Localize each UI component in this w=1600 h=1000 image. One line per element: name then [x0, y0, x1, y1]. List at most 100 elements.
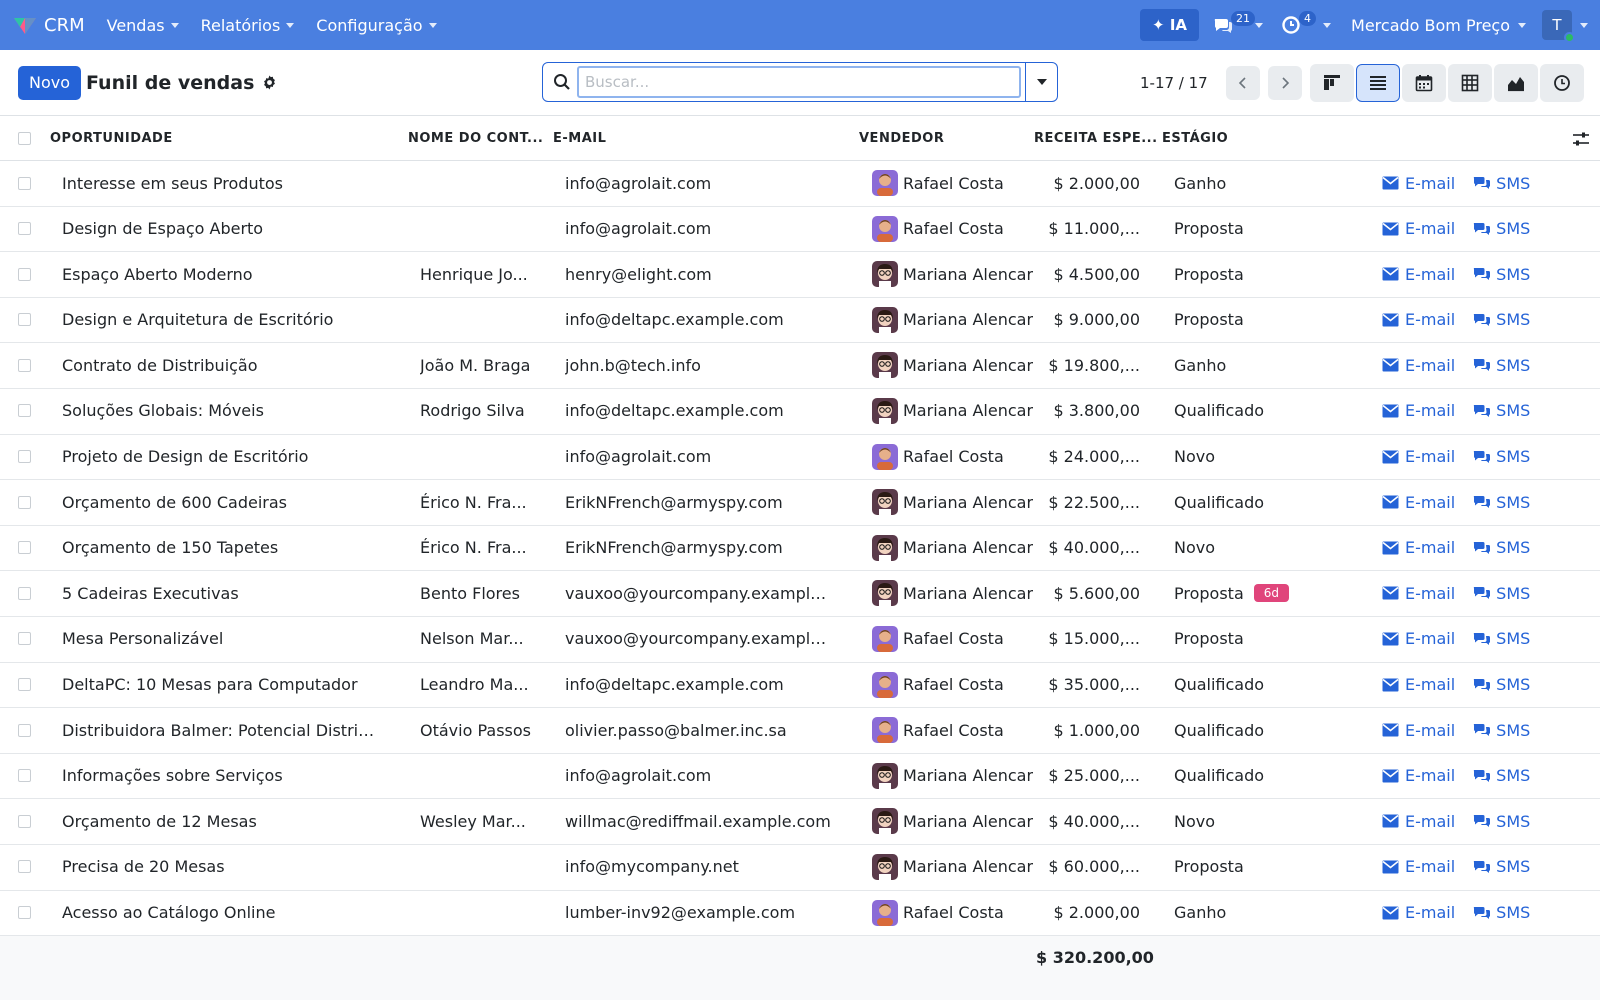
stage-cell[interactable]: Proposta 6d: [1174, 571, 1290, 615]
pager-value[interactable]: 1-17 / 17: [1140, 74, 1208, 92]
opportunity-cell[interactable]: 5 Cadeiras Executivas: [62, 571, 382, 615]
col-header-contact[interactable]: NOME DO CONT...: [408, 116, 543, 161]
stage-cell[interactable]: Novo: [1174, 526, 1215, 570]
col-header-opportunity[interactable]: OPORTUNIDADE: [50, 116, 173, 161]
email-action-button[interactable]: E-mail: [1382, 766, 1455, 785]
email-action-button[interactable]: E-mail: [1382, 310, 1455, 329]
table-row[interactable]: Mesa Personalizável Nelson Mar... vauxoo@y…: [0, 617, 1600, 663]
table-row[interactable]: Acesso ao Catálogo Online lumber-inv92@ex…: [0, 891, 1600, 937]
sms-action-button[interactable]: SMS: [1473, 812, 1530, 831]
opportunity-cell[interactable]: Contrato de Distribuição: [62, 343, 382, 387]
seller-cell[interactable]: Rafael Costa: [872, 708, 1004, 752]
revenue-cell[interactable]: $ 11.000,...: [1030, 207, 1140, 251]
table-row[interactable]: 5 Cadeiras Executivas Bento Flores vauxoo@…: [0, 571, 1600, 617]
revenue-cell[interactable]: $ 40.000,...: [1030, 526, 1140, 570]
seller-cell[interactable]: Rafael Costa: [872, 663, 1004, 707]
col-header-email[interactable]: E-MAIL: [553, 116, 606, 161]
email-cell[interactable]: ErikNFrench@armyspy.com: [565, 526, 835, 570]
menu-vendas[interactable]: Vendas: [107, 16, 179, 35]
row-checkbox[interactable]: [18, 495, 31, 509]
stage-cell[interactable]: Proposta: [1174, 617, 1244, 661]
col-header-seller[interactable]: VENDEDOR: [859, 116, 944, 161]
row-checkbox[interactable]: [18, 632, 31, 646]
opportunity-cell[interactable]: Espaço Aberto Moderno: [62, 252, 382, 296]
gear-icon[interactable]: [262, 75, 277, 90]
sms-action-button[interactable]: SMS: [1473, 857, 1530, 876]
sms-action-button[interactable]: SMS: [1473, 493, 1530, 512]
pager-previous-button[interactable]: [1225, 66, 1260, 100]
stage-cell[interactable]: Qualificado: [1174, 708, 1264, 752]
revenue-cell[interactable]: $ 2.000,00: [1030, 891, 1140, 935]
revenue-cell[interactable]: $ 2.000,00: [1030, 161, 1140, 205]
revenue-cell[interactable]: $ 4.500,00: [1030, 252, 1140, 296]
seller-cell[interactable]: Mariana Alencar: [872, 845, 1033, 889]
row-checkbox[interactable]: [18, 586, 31, 600]
email-action-button[interactable]: E-mail: [1382, 812, 1455, 831]
revenue-cell[interactable]: $ 24.000,...: [1030, 435, 1140, 479]
email-cell[interactable]: john.b@tech.info: [565, 343, 835, 387]
opportunity-cell[interactable]: Design de Espaço Aberto: [62, 207, 382, 251]
revenue-cell[interactable]: $ 3.800,00: [1030, 389, 1140, 433]
sms-action-button[interactable]: SMS: [1473, 766, 1530, 785]
stage-cell[interactable]: Ganho: [1174, 161, 1226, 205]
contact-cell[interactable]: Rodrigo Silva: [420, 389, 548, 433]
table-row[interactable]: Design de Espaço Aberto info@agrolait.com…: [0, 207, 1600, 253]
seller-cell[interactable]: Mariana Alencar: [872, 526, 1033, 570]
stage-cell[interactable]: Qualificado: [1174, 480, 1264, 524]
contact-cell[interactable]: Henrique Jo...: [420, 252, 548, 296]
email-cell[interactable]: ErikNFrench@armyspy.com: [565, 480, 835, 524]
table-row[interactable]: Design e Arquitetura de Escritório info@d…: [0, 298, 1600, 344]
email-action-button[interactable]: E-mail: [1382, 584, 1455, 603]
row-checkbox[interactable]: [18, 906, 31, 919]
opportunity-cell[interactable]: Distribuidora Balmer: Potencial Distrib.…: [62, 708, 382, 752]
seller-cell[interactable]: Mariana Alencar: [872, 252, 1033, 296]
contact-cell[interactable]: [420, 161, 548, 205]
row-checkbox[interactable]: [18, 404, 31, 418]
new-button[interactable]: Novo: [18, 65, 82, 100]
opportunity-cell[interactable]: Acesso ao Catálogo Online: [62, 891, 382, 935]
user-menu[interactable]: T: [1542, 10, 1588, 43]
seller-cell[interactable]: Mariana Alencar: [872, 298, 1033, 342]
stage-cell[interactable]: Proposta: [1174, 252, 1244, 296]
revenue-cell[interactable]: $ 5.600,00: [1030, 571, 1140, 615]
revenue-cell[interactable]: $ 40.000,...: [1030, 799, 1140, 843]
table-row[interactable]: Espaço Aberto Moderno Henrique Jo... henry…: [0, 252, 1600, 298]
row-checkbox[interactable]: [18, 860, 31, 874]
messages-menu[interactable]: 21: [1209, 9, 1267, 41]
opportunity-cell[interactable]: Design e Arquitetura de Escritório: [62, 298, 382, 342]
row-checkbox[interactable]: [18, 723, 31, 737]
email-action-button[interactable]: E-mail: [1382, 629, 1455, 648]
email-action-button[interactable]: E-mail: [1382, 493, 1455, 512]
sms-action-button[interactable]: SMS: [1473, 219, 1530, 238]
kanban-view-button[interactable]: [1310, 64, 1354, 102]
stage-cell[interactable]: Novo: [1174, 799, 1215, 843]
email-action-button[interactable]: E-mail: [1382, 356, 1455, 375]
col-header-revenue[interactable]: RECEITA ESPE...: [1034, 116, 1158, 161]
opportunity-cell[interactable]: Interesse em seus Produtos: [62, 161, 382, 205]
table-row[interactable]: DeltaPC: 10 Mesas para Computador Leandro…: [0, 663, 1600, 709]
table-row[interactable]: Distribuidora Balmer: Potencial Distrib.…: [0, 708, 1600, 754]
table-row[interactable]: Contrato de Distribuição João M. Braga joh…: [0, 343, 1600, 389]
contact-cell[interactable]: [420, 845, 548, 889]
seller-cell[interactable]: Rafael Costa: [872, 435, 1004, 479]
contact-cell[interactable]: Nelson Mar...: [420, 617, 548, 661]
seller-cell[interactable]: Rafael Costa: [872, 161, 1004, 205]
sms-action-button[interactable]: SMS: [1473, 903, 1530, 922]
email-cell[interactable]: henry@elight.com: [565, 252, 835, 296]
sms-action-button[interactable]: SMS: [1473, 629, 1530, 648]
revenue-cell[interactable]: $ 25.000,...: [1030, 754, 1140, 798]
revenue-cell[interactable]: $ 15.000,...: [1030, 617, 1140, 661]
contact-cell[interactable]: Érico N. Fra...: [420, 480, 548, 524]
sms-action-button[interactable]: SMS: [1473, 538, 1530, 557]
email-cell[interactable]: willmac@rediffmail.example.com: [565, 799, 835, 843]
email-cell[interactable]: olivier.passo@balmer.inc.sa: [565, 708, 835, 752]
contact-cell[interactable]: [420, 207, 548, 251]
table-row[interactable]: Projeto de Design de Escritório info@agro…: [0, 435, 1600, 481]
search-options-toggle[interactable]: [1026, 62, 1058, 102]
revenue-cell[interactable]: $ 1.000,00: [1030, 708, 1140, 752]
seller-cell[interactable]: Mariana Alencar: [872, 389, 1033, 433]
email-action-button[interactable]: E-mail: [1382, 538, 1455, 557]
contact-cell[interactable]: Érico N. Fra...: [420, 526, 548, 570]
graph-view-button[interactable]: [1494, 64, 1538, 102]
sms-action-button[interactable]: SMS: [1473, 356, 1530, 375]
